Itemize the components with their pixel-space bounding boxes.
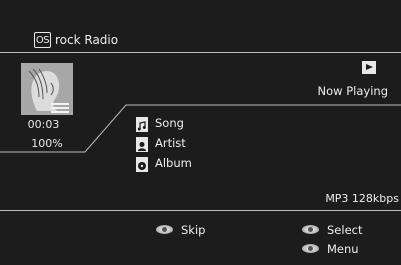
select-label: Select [327,222,363,237]
person-icon [136,136,148,152]
skip-label: Skip [181,222,206,237]
remote-button-icon [156,225,173,234]
menu-hint[interactable]: Menu [302,241,359,256]
header: OS rock Radio [34,31,118,49]
menu-label: Menu [327,241,359,256]
remote-button-icon [302,225,319,234]
song-label: Song [155,115,184,130]
os-badge-icon: OS [34,32,51,48]
remote-button-icon [302,244,319,253]
now-playing-screen: OS rock Radio 00:03 100% Now Playing Son… [0,0,401,265]
music-note-icon [136,116,148,132]
playback-status: Now Playing [317,84,388,98]
station-title: rock Radio [55,33,119,47]
codec-info: MP3 128kbps [325,192,399,205]
disc-icon [136,156,148,172]
skip-hint[interactable]: Skip [156,222,205,237]
section-divider [0,104,401,153]
song-row: Song [136,115,184,132]
bottom-divider [0,210,401,211]
album-label: Album [155,155,192,170]
select-hint[interactable]: Select [302,222,362,237]
play-icon [362,61,376,74]
artist-row: Artist [136,135,186,152]
artist-label: Artist [155,135,186,150]
album-row: Album [136,155,192,172]
top-divider [0,52,401,53]
